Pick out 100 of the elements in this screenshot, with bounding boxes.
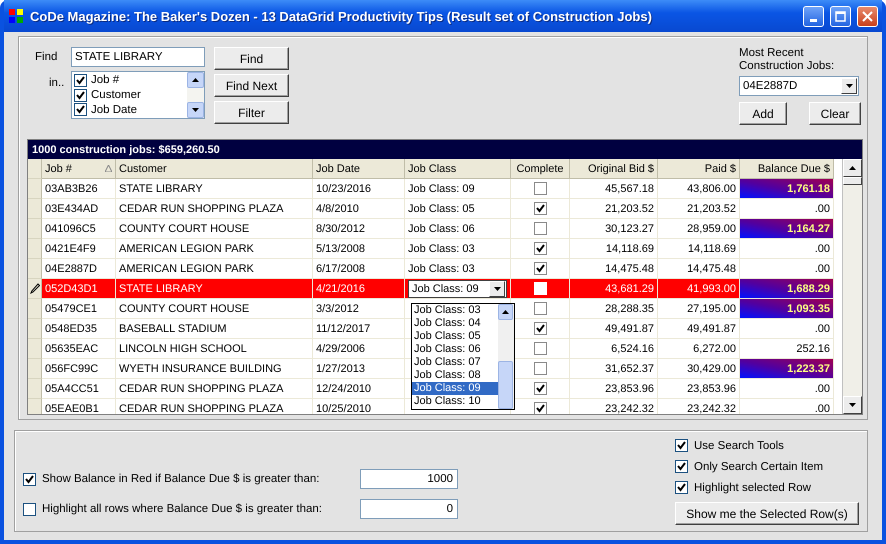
maximize-button[interactable]: [830, 6, 851, 26]
column-header[interactable]: Job Class: [405, 159, 511, 179]
table-cell: 21,203.52: [570, 199, 658, 219]
table-cell: 3/3/2012: [313, 299, 405, 319]
table-cell: WYETH INSURANCE BUILDING: [116, 359, 313, 379]
search-button[interactable]: Find Next: [214, 74, 289, 97]
down-arrow-icon: [849, 403, 856, 407]
checkbox[interactable]: [534, 322, 546, 335]
checkbox[interactable]: [534, 362, 546, 375]
find-label: Find: [35, 51, 58, 63]
checkbox[interactable]: [534, 382, 546, 395]
in-label: in..: [48, 77, 66, 89]
table-cell: Job Class: 05: [405, 199, 511, 219]
scroll-up-button[interactable]: [498, 304, 513, 320]
up-arrow-icon: [849, 166, 856, 170]
table-cell: 0548ED35: [42, 319, 116, 339]
column-header[interactable]: Balance Due $: [740, 159, 834, 179]
table-cell: 1,164.27: [740, 219, 834, 239]
recent-button[interactable]: Add: [739, 102, 787, 125]
table-cell: 1,093.35: [740, 299, 834, 319]
table-cell: 041096C5: [42, 219, 116, 239]
app-icon: [8, 8, 24, 24]
table-cell: 6/17/2008: [313, 259, 405, 279]
column-header[interactable]: Job Date: [313, 159, 405, 179]
recent-button[interactable]: Clear: [809, 102, 861, 125]
table-cell: 252.16: [740, 339, 834, 359]
option-label: Use Search Tools: [694, 440, 784, 452]
column-header[interactable]: Original Bid $: [570, 159, 658, 179]
checkbox[interactable]: [534, 342, 546, 355]
table-cell: 10/23/2016: [313, 179, 405, 199]
checkbox[interactable]: [534, 402, 546, 414]
checkbox[interactable]: [534, 302, 546, 315]
table-cell: 14,118.69: [658, 239, 740, 259]
checkbox[interactable]: [675, 460, 688, 473]
table-cell: 05EAE0B1: [42, 399, 116, 414]
checkbox[interactable]: [74, 88, 87, 102]
table-cell: 31,652.37: [570, 359, 658, 379]
job-class-dropdown[interactable]: Job Class: 09: [408, 280, 507, 298]
checkbox[interactable]: [675, 439, 688, 452]
table-cell: 1,761.18: [740, 179, 834, 199]
minimize-button[interactable]: [803, 6, 824, 26]
table-cell: 5/13/2008: [313, 239, 405, 259]
table-cell: 43,681.29: [570, 279, 658, 299]
table-cell: .00: [740, 259, 834, 279]
recent-jobs-dropdown[interactable]: 04E2887D: [739, 76, 859, 96]
checkbox[interactable]: [534, 242, 546, 255]
close-button[interactable]: [857, 6, 878, 26]
checkbox[interactable]: [74, 103, 87, 116]
scroll-thumb[interactable]: [498, 361, 513, 409]
table-cell: .00: [740, 379, 834, 399]
scroll-up-button[interactable]: [187, 72, 204, 88]
show-selected-button[interactable]: Show me the Selected Row(s): [675, 502, 859, 525]
checkbox[interactable]: [23, 472, 36, 486]
search-button[interactable]: Find: [214, 47, 289, 70]
table-cell: Job Class: 03: [405, 259, 511, 279]
table-cell: Job Class: 06: [405, 219, 511, 239]
find-field[interactable]: STATE LIBRARY: [71, 47, 205, 67]
row-header[interactable]: [28, 279, 42, 299]
table-cell: 43,806.00: [658, 179, 740, 199]
column-header[interactable]: Job #: [42, 159, 116, 179]
header-corner: [28, 159, 42, 179]
field-list[interactable]: Job # Customer Job Date: [71, 71, 205, 119]
table-cell: 21,203.52: [658, 199, 740, 219]
table-cell: 0421E4F9: [42, 239, 116, 259]
threshold-field[interactable]: 1000: [360, 469, 458, 489]
table-cell: COUNTY COURT HOUSE: [116, 299, 313, 319]
column-header[interactable]: Paid $: [658, 159, 740, 179]
table-cell: 14,475.48: [658, 259, 740, 279]
column-header[interactable]: Complete: [511, 159, 570, 179]
checkbox[interactable]: [534, 222, 546, 235]
column-header[interactable]: Customer: [116, 159, 313, 179]
checkbox[interactable]: [675, 481, 688, 494]
table-cell: STATE LIBRARY: [116, 279, 313, 299]
search-button[interactable]: Filter: [214, 101, 289, 124]
table-cell: 23,853.96: [570, 379, 658, 399]
caret-icon: [846, 84, 852, 88]
table-cell: STATE LIBRARY: [116, 179, 313, 199]
table-cell: 49,491.87: [658, 319, 740, 339]
table-cell: .00: [740, 239, 834, 259]
checkbox[interactable]: [23, 502, 36, 516]
threshold-field[interactable]: 0: [360, 499, 458, 519]
checkbox[interactable]: [74, 74, 87, 87]
table-cell: 49,491.87: [570, 319, 658, 339]
caret-icon: [494, 286, 500, 290]
checkbox[interactable]: [534, 182, 546, 195]
table-cell: 8/30/2012: [313, 219, 405, 239]
dropdown-item[interactable]: Job Class: 09: [412, 382, 498, 395]
checkbox[interactable]: [534, 202, 546, 215]
window-title: CoDe Magazine: The Baker's Dozen - 13 DataGrid Productivity Tips (Result set of Construction Jobs): [30, 8, 653, 24]
table-cell: 45,567.18: [570, 179, 658, 199]
table-cell: 28,959.00: [658, 219, 740, 239]
pencil-icon: [30, 283, 40, 294]
table-cell: CEDAR RUN SHOPPING PLAZA: [116, 379, 313, 399]
table-cell: .00: [740, 199, 834, 219]
minimize-icon: [810, 18, 817, 22]
checkbox[interactable]: [534, 262, 546, 275]
grid-caption: 1000 construction jobs: $659,260.50: [28, 140, 862, 159]
scroll-down-button[interactable]: [187, 102, 204, 118]
table-cell: BASEBALL STADIUM: [116, 319, 313, 339]
table-cell: COUNTY COURT HOUSE: [116, 219, 313, 239]
